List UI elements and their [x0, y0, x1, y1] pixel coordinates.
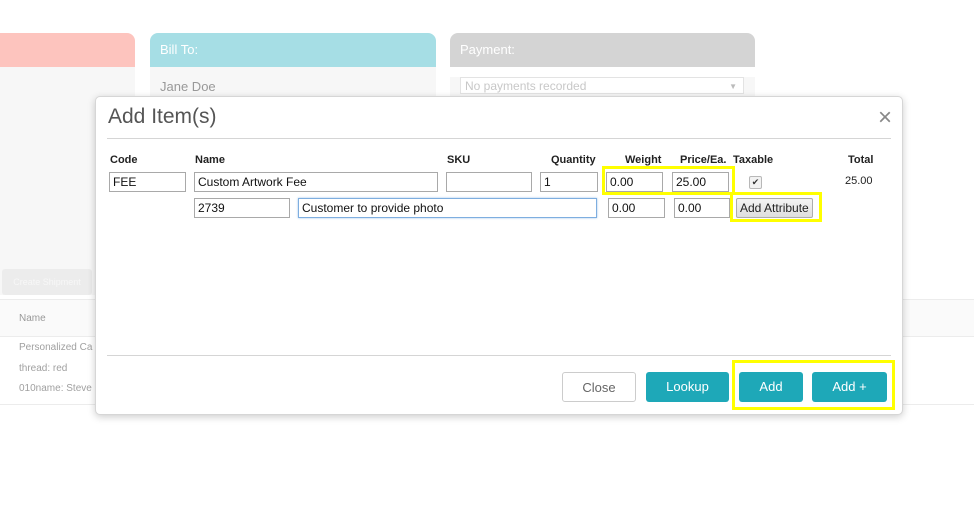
column-header-price: Price/Ea. [680, 154, 727, 166]
attribute-value-input[interactable]: Customer to provide photo [298, 198, 597, 218]
column-header-name: Name [19, 313, 46, 324]
column-header-code: Code [110, 154, 138, 166]
column-header-sku: SKU [447, 154, 471, 166]
shipping-card-header [0, 33, 135, 67]
attribute-price-input[interactable]: 0.00 [674, 198, 730, 218]
taxable-checkbox[interactable]: ✔ [749, 176, 762, 189]
code-input[interactable]: FEE [109, 172, 186, 192]
item-attribute: 010name: Steve [19, 383, 92, 394]
attribute-code-input[interactable]: 2739 [194, 198, 290, 218]
column-header-taxable: Taxable [733, 154, 774, 166]
highlight-box [730, 192, 822, 222]
close-button[interactable]: Close [562, 372, 636, 402]
highlight-box [602, 166, 735, 195]
chevron-down-icon: ▼ [729, 82, 737, 91]
create-shipment-button[interactable]: Create Shipment [2, 269, 92, 295]
column-header-total: Total [848, 154, 874, 166]
modal-title: Add Item(s) [108, 105, 217, 128]
payment-select-value: No payments recorded [465, 79, 587, 93]
name-input[interactable]: Custom Artwork Fee [194, 172, 438, 192]
bill-to-header: Bill To: [150, 33, 436, 67]
bill-to-name: Jane Doe [160, 79, 216, 94]
quantity-input[interactable]: 1 [540, 172, 598, 192]
attribute-weight-input[interactable]: 0.00 [608, 198, 665, 218]
column-header-weight: Weight [625, 154, 662, 166]
item-name: Personalized Ca [19, 342, 93, 353]
payment-header: Payment: [450, 33, 755, 67]
payment-select[interactable]: No payments recorded ▼ [460, 77, 744, 94]
footer-divider [107, 355, 891, 356]
column-header-name: Name [195, 154, 225, 166]
sku-input[interactable] [446, 172, 532, 192]
highlight-box [732, 360, 895, 410]
add-items-modal: Add Item(s) × Code Name SKU Quantity Wei… [95, 96, 903, 415]
lookup-button[interactable]: Lookup [646, 372, 729, 402]
line-total: 25.00 [845, 175, 873, 187]
column-header-quantity: Quantity [551, 154, 596, 166]
item-attribute: thread: red [19, 363, 68, 374]
close-icon[interactable]: × [878, 105, 892, 131]
header-divider [107, 138, 891, 139]
